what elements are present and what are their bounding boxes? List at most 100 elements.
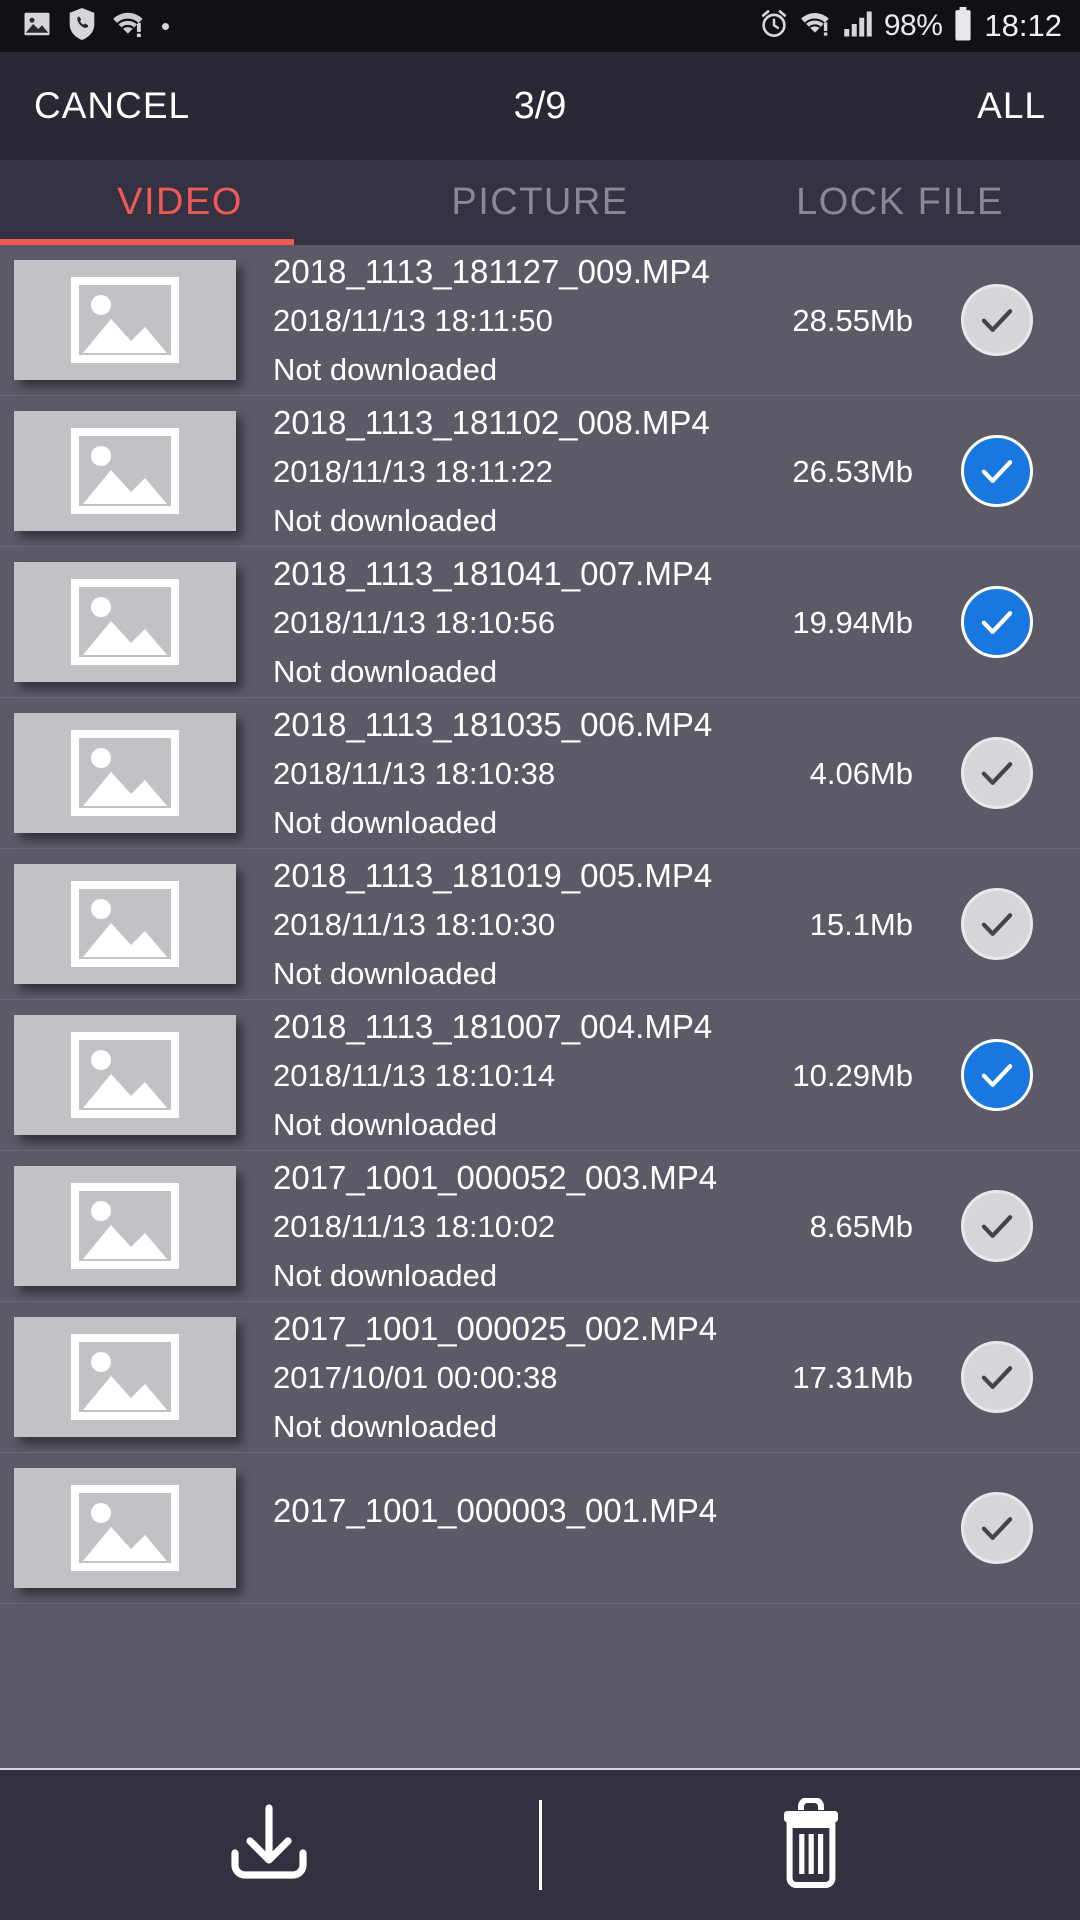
file-meta: 2018_1113_181041_007.MP4 2018/11/13 18:10… bbox=[236, 557, 961, 687]
action-bar: CANCEL 3/9 ALL bbox=[0, 52, 1080, 160]
file-list[interactable]: 2018_1113_181127_009.MP4 2018/11/13 18:11… bbox=[0, 245, 1080, 1768]
battery-icon bbox=[953, 6, 973, 46]
file-select-checkbox[interactable] bbox=[961, 435, 1033, 507]
file-row[interactable]: 2018_1113_181127_009.MP4 2018/11/13 18:11… bbox=[0, 245, 1080, 396]
image-placeholder-icon bbox=[71, 579, 179, 665]
file-download-status: Not downloaded bbox=[273, 1107, 498, 1142]
file-meta: 2018_1113_181102_008.MP4 2018/11/13 18:11… bbox=[236, 406, 961, 536]
file-date: 2018/11/13 18:10:14 bbox=[273, 1058, 556, 1093]
file-meta: 2018_1113_181035_006.MP4 2018/11/13 18:10… bbox=[236, 708, 961, 838]
check-icon bbox=[981, 1517, 1013, 1540]
file-name: 2018_1113_181102_008.MP4 bbox=[273, 404, 710, 441]
file-row[interactable]: 2017_1001_000003_001.MP4 bbox=[0, 1453, 1080, 1604]
file-thumbnail bbox=[14, 713, 236, 833]
file-date: 2018/11/13 18:10:30 bbox=[273, 907, 556, 942]
tab-video[interactable]: VIDEO bbox=[0, 160, 360, 245]
file-size: 26.53Mb bbox=[792, 454, 913, 489]
file-select-checkbox[interactable] bbox=[961, 1039, 1033, 1111]
dot-icon bbox=[162, 22, 169, 30]
file-meta: 2017_1001_000025_002.MP4 2017/10/01 00:00… bbox=[236, 1312, 961, 1442]
file-select-checkbox[interactable] bbox=[961, 1492, 1033, 1564]
file-name: 2018_1113_181019_005.MP4 bbox=[273, 857, 713, 894]
file-meta: 2017_1001_000003_001.MP4 bbox=[236, 1494, 961, 1562]
status-bar: 98% 18:12 bbox=[0, 0, 1080, 52]
check-icon bbox=[981, 611, 1013, 634]
file-size: 10.29Mb bbox=[792, 1058, 913, 1093]
phone-shield-icon bbox=[68, 7, 96, 45]
file-row[interactable]: 2018_1113_181102_008.MP4 2018/11/13 18:11… bbox=[0, 396, 1080, 547]
file-select-checkbox[interactable] bbox=[961, 1341, 1033, 1413]
image-placeholder-icon bbox=[71, 1334, 179, 1420]
cancel-button[interactable]: CANCEL bbox=[34, 85, 190, 127]
file-size: 8.65Mb bbox=[809, 1209, 913, 1244]
delete-button[interactable] bbox=[542, 1770, 1080, 1920]
image-placeholder-icon bbox=[71, 428, 179, 514]
app-screen: 98% 18:12 CANCEL 3/9 ALL VIDEO PICTURE L… bbox=[0, 0, 1080, 1920]
download-icon bbox=[223, 1803, 315, 1887]
file-date: 2018/11/13 18:11:50 bbox=[273, 303, 553, 338]
file-name: 2018_1113_181041_007.MP4 bbox=[273, 555, 713, 592]
file-meta: 2018_1113_181019_005.MP4 2018/11/13 18:10… bbox=[236, 859, 961, 989]
bottom-toolbar bbox=[0, 1768, 1080, 1920]
file-date: 2018/11/13 18:10:38 bbox=[273, 756, 556, 791]
file-size: 28.55Mb bbox=[792, 303, 913, 338]
file-thumbnail bbox=[14, 1015, 236, 1135]
battery-percentage: 98% bbox=[883, 9, 943, 42]
clock: 18:12 bbox=[984, 8, 1062, 43]
file-date: 2018/11/13 18:11:22 bbox=[273, 454, 553, 489]
file-download-status: Not downloaded bbox=[273, 503, 498, 538]
status-bar-left-icons bbox=[22, 7, 169, 45]
file-size: 15.1Mb bbox=[809, 907, 913, 942]
file-row[interactable]: 2018_1113_181007_004.MP4 2018/11/13 18:10… bbox=[0, 1000, 1080, 1151]
file-download-status: Not downloaded bbox=[273, 1409, 498, 1444]
tab-picture[interactable]: PICTURE bbox=[360, 160, 720, 245]
file-thumbnail bbox=[14, 411, 236, 531]
file-select-checkbox[interactable] bbox=[961, 284, 1033, 356]
file-meta: 2018_1113_181127_009.MP4 2018/11/13 18:11… bbox=[236, 255, 961, 385]
file-meta: 2018_1113_181007_004.MP4 2018/11/13 18:10… bbox=[236, 1010, 961, 1140]
file-download-status: Not downloaded bbox=[273, 1258, 498, 1293]
file-row[interactable]: 2018_1113_181035_006.MP4 2018/11/13 18:10… bbox=[0, 698, 1080, 849]
image-placeholder-icon bbox=[71, 881, 179, 967]
file-date: 2018/11/13 18:10:02 bbox=[273, 1209, 556, 1244]
tab-lock-file[interactable]: LOCK FILE bbox=[720, 160, 1080, 245]
file-select-checkbox[interactable] bbox=[961, 737, 1033, 809]
wifi-alert-icon bbox=[800, 10, 832, 42]
file-name: 2017_1001_000052_003.MP4 bbox=[273, 1159, 718, 1196]
select-all-button[interactable]: ALL bbox=[977, 85, 1046, 127]
file-row[interactable]: 2018_1113_181041_007.MP4 2018/11/13 18:10… bbox=[0, 547, 1080, 698]
file-size: 17.31Mb bbox=[792, 1360, 913, 1395]
file-thumbnail bbox=[14, 260, 236, 380]
download-button[interactable] bbox=[0, 1770, 539, 1920]
file-name: 2017_1001_000003_001.MP4 bbox=[273, 1492, 718, 1529]
file-name: 2018_1113_181007_004.MP4 bbox=[273, 1008, 713, 1045]
image-placeholder-icon bbox=[71, 1032, 179, 1118]
signal-bars-icon bbox=[843, 10, 873, 43]
file-row[interactable]: 2017_1001_000052_003.MP4 2018/11/13 18:10… bbox=[0, 1151, 1080, 1302]
file-name: 2017_1001_000025_002.MP4 bbox=[273, 1310, 718, 1347]
status-bar-right-icons: 98% 18:12 bbox=[759, 6, 1062, 46]
file-size: 19.94Mb bbox=[792, 605, 913, 640]
trash-icon bbox=[776, 1796, 846, 1893]
file-date: 2017/10/01 00:00:38 bbox=[273, 1360, 558, 1395]
check-icon bbox=[981, 913, 1013, 936]
file-row[interactable]: 2018_1113_181019_005.MP4 2018/11/13 18:10… bbox=[0, 849, 1080, 1000]
check-icon bbox=[981, 1215, 1013, 1238]
tab-bar: VIDEO PICTURE LOCK FILE bbox=[0, 160, 1080, 245]
file-name: 2018_1113_181035_006.MP4 bbox=[273, 706, 713, 743]
file-download-status: Not downloaded bbox=[273, 805, 498, 840]
file-download-status: Not downloaded bbox=[273, 956, 498, 991]
file-select-checkbox[interactable] bbox=[961, 888, 1033, 960]
file-thumbnail bbox=[14, 1468, 236, 1588]
photo-icon bbox=[22, 9, 52, 44]
file-thumbnail bbox=[14, 562, 236, 682]
check-icon bbox=[981, 1366, 1013, 1389]
check-icon bbox=[981, 762, 1013, 785]
file-select-checkbox[interactable] bbox=[961, 586, 1033, 658]
file-size: 4.06Mb bbox=[809, 756, 913, 791]
image-placeholder-icon bbox=[71, 1183, 179, 1269]
file-row[interactable]: 2017_1001_000025_002.MP4 2017/10/01 00:00… bbox=[0, 1302, 1080, 1453]
file-thumbnail bbox=[14, 1166, 236, 1286]
check-icon bbox=[981, 460, 1013, 483]
file-select-checkbox[interactable] bbox=[961, 1190, 1033, 1262]
